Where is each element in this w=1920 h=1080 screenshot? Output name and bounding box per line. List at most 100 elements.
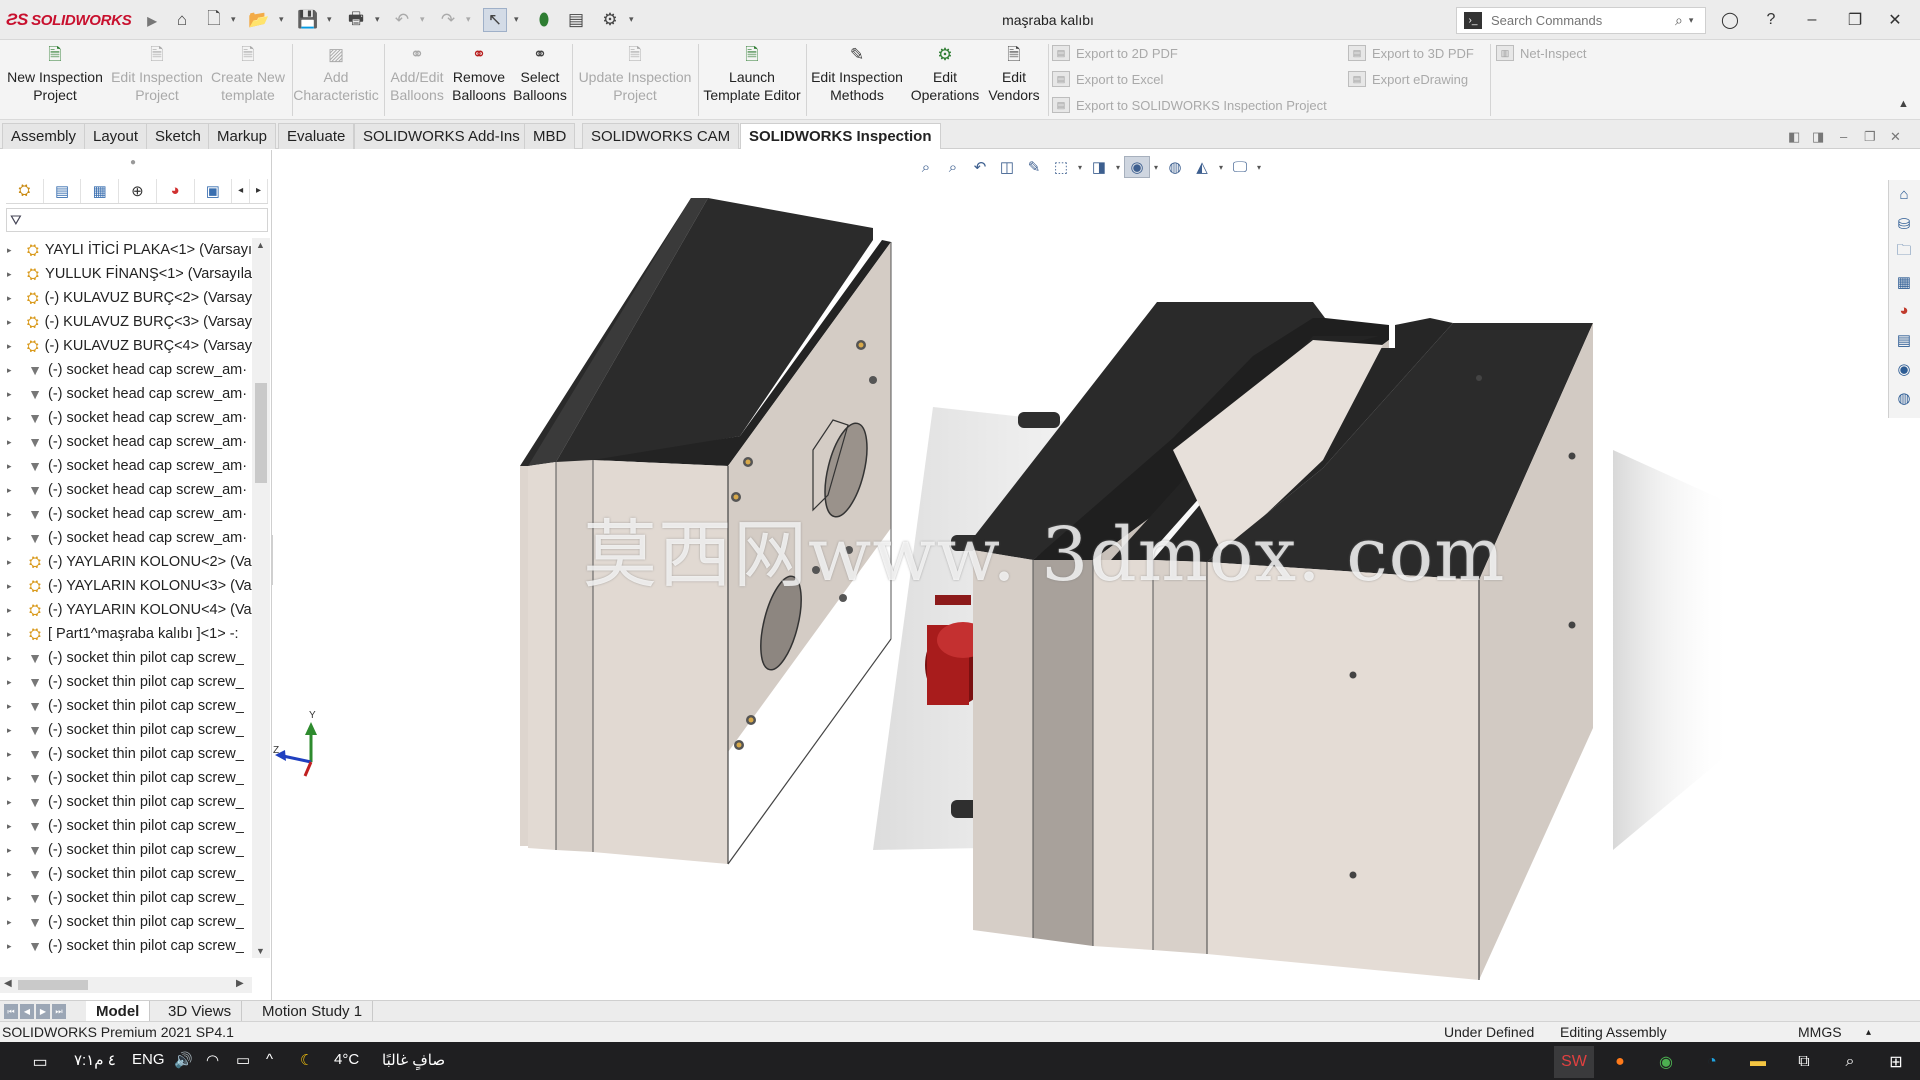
tree-item[interactable]: ▸ ▼ (-) socket thin pilot cap screw_ <box>0 718 252 742</box>
dynamic-annotation-icon[interactable]: ✎ <box>1021 156 1047 178</box>
tab-markup[interactable]: Markup <box>208 123 277 149</box>
volume-icon[interactable]: 🔊 <box>174 1051 193 1069</box>
tree-item[interactable]: ▸ ⛭ (-) YAYLARIN KOLONU<3> (Va <box>0 574 252 598</box>
zoom-to-fit-icon[interactable]: ⌕ <box>913 156 939 178</box>
battery-icon[interactable]: ▭ <box>236 1051 250 1069</box>
edit-vendors-button[interactable]: 🗎 Edit Vendors <box>984 44 1044 104</box>
expand-arrow-icon[interactable]: ▸ <box>7 293 18 304</box>
units-selector[interactable]: MMGS <box>1798 1024 1842 1040</box>
filter-icon[interactable]: ⛛ <box>10 212 22 229</box>
search-input[interactable] <box>1491 13 1671 28</box>
expand-arrow-icon[interactable]: ▸ <box>7 773 19 784</box>
expand-arrow-icon[interactable]: ▸ <box>7 341 18 352</box>
new-document-icon[interactable]: 🗋 <box>202 8 226 32</box>
dimxpert-tab-icon[interactable]: ⊕ <box>119 178 157 203</box>
new-dropdown-caret[interactable]: ▾ <box>231 14 236 25</box>
tree-item[interactable]: ▸ ▼ (-) socket thin pilot cap screw_ <box>0 862 252 886</box>
options-gear-icon[interactable]: ⚙ <box>598 8 622 32</box>
hide-show-items-icon[interactable]: ◉ <box>1124 156 1150 178</box>
search-dropdown-caret[interactable]: ▾ <box>1689 15 1694 26</box>
redo-dropdown-caret[interactable]: ▾ <box>466 14 471 25</box>
tree-vertical-scrollbar[interactable]: ▲ ▼ <box>252 238 270 958</box>
expand-arrow-icon[interactable]: ▸ <box>7 245 18 256</box>
select-balloons-button[interactable]: ⚭ Select Balloons <box>512 44 568 104</box>
print-icon[interactable]: 🖶 <box>344 8 368 32</box>
first-tab-arrow-icon[interactable]: ⏮ <box>4 1004 18 1019</box>
wifi-icon[interactable]: ◠ <box>206 1051 219 1069</box>
tree-item[interactable]: ▸ ▼ (-) socket head cap screw_am· <box>0 454 252 478</box>
export-inspection-project-button[interactable]: ▤ Export to SOLIDWORKS Inspection Project <box>1052 94 1327 116</box>
tree-item[interactable]: ▸ ▼ (-) socket head cap screw_am· <box>0 358 252 382</box>
edge-icon[interactable]: ◔ <box>1692 1046 1732 1078</box>
expand-arrow-icon[interactable]: ▸ <box>7 581 19 592</box>
close-icon[interactable]: ✕ <box>1880 9 1910 31</box>
launch-template-editor-button[interactable]: 🗎 Launch Template Editor <box>700 44 804 104</box>
edit-operations-button[interactable]: ⚙ Edit Operations <box>908 44 982 104</box>
tree-horizontal-scrollbar[interactable]: ◀ ▶ <box>0 977 252 993</box>
tree-item[interactable]: ▸ ▼ (-) socket head cap screw_am· <box>0 382 252 406</box>
add-edit-balloons-button[interactable]: ⚭ Add/Edit Balloons <box>386 44 448 104</box>
expand-arrow-icon[interactable]: ▸ <box>7 701 19 712</box>
redo-icon[interactable]: ↷ <box>436 8 460 32</box>
expand-arrow-icon[interactable]: ▸ <box>7 821 19 832</box>
section-view-icon[interactable]: ◫ <box>994 156 1020 178</box>
clock-time[interactable]: ۷:۱٤ م <box>74 1051 116 1069</box>
search-commands-box[interactable]: ›_ ⌕ ▾ <box>1456 7 1706 34</box>
expand-arrow-icon[interactable]: ▸ <box>7 533 19 544</box>
expand-arrow-icon[interactable]: ▸ <box>7 797 19 808</box>
expand-arrow-icon[interactable]: ▸ <box>7 677 19 688</box>
previous-view-icon[interactable]: ↶ <box>967 156 993 178</box>
task-view-icon[interactable]: ⧉ <box>1784 1046 1824 1078</box>
solidworks-taskbar-icon[interactable]: SW <box>1554 1046 1594 1078</box>
taskbar-search-icon[interactable]: ⌕ <box>1830 1046 1870 1078</box>
tab-model[interactable]: Model <box>86 1001 151 1022</box>
tree-item[interactable]: ▸ ▼ (-) socket thin pilot cap screw_ <box>0 790 252 814</box>
expand-arrow-icon[interactable]: ▸ <box>7 725 19 736</box>
tree-item[interactable]: ▸ ⛭ [ Part1^maşraba kalıbı ]<1> -: <box>0 622 252 646</box>
expand-arrow-icon[interactable]: ▸ <box>7 629 19 640</box>
file-properties-icon[interactable]: ▤ <box>564 8 588 32</box>
tree-item[interactable]: ▸ ▼ (-) socket thin pilot cap screw_ <box>0 670 252 694</box>
prev-tab-arrow-icon[interactable]: ◀ <box>20 1004 34 1019</box>
options-dropdown-caret[interactable]: ▾ <box>629 14 634 25</box>
hscroll-thumb[interactable] <box>18 980 88 990</box>
file-explorer-icon[interactable]: 🗀 <box>1889 238 1919 267</box>
expand-arrow-icon[interactable]: ▸ <box>7 317 18 328</box>
select-dropdown-caret[interactable]: ▾ <box>514 14 519 25</box>
solidworks-forum-icon[interactable]: ◉ <box>1889 354 1919 383</box>
solidworks-resources-icon[interactable]: ⌂ <box>1889 180 1919 209</box>
minimize-icon[interactable]: – <box>1797 9 1827 31</box>
show-hidden-icons-icon[interactable]: ^ <box>266 1051 273 1068</box>
tree-item[interactable]: ▸ ▼ (-) socket thin pilot cap screw_ <box>0 694 252 718</box>
help-icon[interactable]: ? <box>1756 9 1786 31</box>
mold-half-right[interactable] <box>925 302 1593 980</box>
configuration-manager-tab-icon[interactable]: ▦ <box>81 178 120 203</box>
tree-item[interactable]: ▸ ▼ (-) socket thin pilot cap screw_ <box>0 646 252 670</box>
windows-start-icon[interactable]: ⊞ <box>1876 1046 1916 1078</box>
tree-item[interactable]: ▸ ▼ (-) socket thin pilot cap screw_ <box>0 838 252 862</box>
edit-appearance-icon[interactable]: ◍ <box>1162 156 1188 178</box>
expand-arrow-icon[interactable]: ▸ <box>7 845 19 856</box>
save-icon[interactable]: 💾 <box>296 8 320 32</box>
doc-restore-icon[interactable]: ❐ <box>1864 129 1876 145</box>
search-icon[interactable]: ⌕ <box>1675 12 1683 29</box>
restore-icon[interactable]: ❐ <box>1840 9 1870 31</box>
tile-right-icon[interactable]: ◨ <box>1812 129 1824 145</box>
export-edrawing-button[interactable]: ▤ Export eDrawing <box>1348 68 1468 90</box>
scroll-right-icon[interactable]: ▶ <box>236 978 244 989</box>
scroll-down-icon[interactable]: ▼ <box>256 946 265 956</box>
expand-arrow-icon[interactable]: ▸ <box>7 365 19 376</box>
scroll-up-icon[interactable]: ▲ <box>256 240 265 250</box>
expand-arrow-icon[interactable]: ▸ <box>7 893 19 904</box>
select-pointer-icon[interactable]: ↖ <box>483 8 507 32</box>
weather-temperature[interactable]: 4°C <box>334 1051 359 1068</box>
tree-item[interactable]: ▸ ▼ (-) socket thin pilot cap screw_ <box>0 814 252 838</box>
display-style-icon[interactable]: ◨ <box>1086 156 1112 178</box>
edit-inspection-project-button[interactable]: 🗎 Edit Inspection Project <box>108 44 206 104</box>
scroll-thumb[interactable] <box>255 383 267 483</box>
tree-item[interactable]: ▸ ⛭ (-) YAYLARIN KOLONU<4> (Va <box>0 598 252 622</box>
input-language[interactable]: ENG <box>132 1051 165 1068</box>
expand-arrow-icon[interactable]: ▸ <box>7 605 19 616</box>
tab-solidworks-cam[interactable]: SOLIDWORKS CAM <box>582 123 740 149</box>
tree-item[interactable]: ▸ ⛭ (-) KULAVUZ BURÇ<3> (Varsay <box>0 310 252 334</box>
